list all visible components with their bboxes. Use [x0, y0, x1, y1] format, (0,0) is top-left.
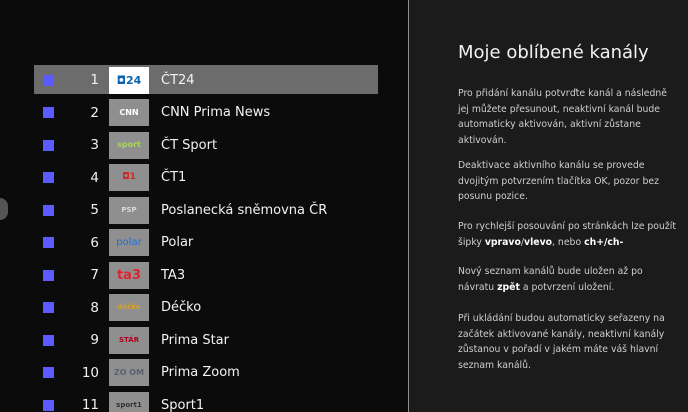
help-paragraph-page-navigation: Pro rychlejší posouvání po stránkách lze… [458, 219, 678, 250]
checkbox-active-icon[interactable] [43, 172, 54, 184]
channel-row-6[interactable]: 6 polar Polar [34, 227, 378, 260]
channel-number: 7 [90, 267, 99, 284]
checkbox-active-icon[interactable] [43, 204, 54, 216]
channel-list: 1 ◘24 ČT24 2 CNN CNN Prima News 3 sport [34, 64, 378, 412]
channel-list-panel: 1 ◘24 ČT24 2 CNN CNN Prima News 3 sport [0, 0, 408, 412]
back-key-label: zpět [497, 281, 520, 293]
checkbox-active-icon[interactable] [43, 334, 54, 346]
right-key-label: vpravo [484, 236, 521, 248]
checkbox-active-icon[interactable] [43, 367, 54, 379]
channel-name: TA3 [161, 267, 186, 283]
channel-logo-ct1-text: ◘1 [122, 172, 136, 183]
channel-logo-ct-sport-icon: sport [109, 131, 149, 159]
channel-logo-parliament-text: PSP [121, 205, 137, 214]
channel-number: 1 [90, 72, 99, 89]
channel-number: 10 [81, 364, 99, 381]
channel-number: 6 [90, 234, 99, 251]
help-text: a potvrzení uložení. [519, 281, 615, 293]
channel-logo-ct1-icon: ◘1 [109, 164, 149, 192]
channel-number: 5 [90, 202, 99, 219]
channel-name: Prima Zoom [161, 365, 240, 381]
checkbox-active-icon[interactable] [43, 269, 54, 281]
channel-name: ČT24 [161, 72, 195, 88]
channel-logo-decko-icon: déčko [109, 294, 149, 322]
channel-name: Sport1 [161, 397, 205, 412]
channel-number: 2 [90, 104, 99, 121]
channel-name: ČT Sport [161, 137, 218, 153]
channel-name: Poslanecká sněmovna ČR [161, 202, 328, 218]
channel-logo-cnn-icon: CNN [109, 99, 149, 127]
channel-row-10[interactable]: 10 ZO OM Prima Zoom [34, 357, 378, 390]
channel-number: 8 [90, 299, 99, 316]
channel-name: CNN Prima News [161, 105, 271, 121]
channel-logo-parliament-icon: PSP [109, 196, 149, 224]
channel-logo-cnn-text: CNN [119, 107, 139, 117]
channel-row-3[interactable]: 3 sport ČT Sport [34, 129, 378, 162]
channel-logo-prima-star-text: STÁR [118, 335, 140, 344]
checkbox-active-icon[interactable] [43, 237, 54, 249]
channel-row-8[interactable]: 8 déčko Déčko [34, 292, 378, 325]
channel-logo-prima-star-icon: STÁR [109, 326, 149, 354]
channel-row-2[interactable]: 2 CNN CNN Prima News [34, 97, 378, 130]
channel-logo-prima-zoom-icon: ZO OM [109, 359, 149, 387]
help-paragraph-deactivate: Deaktivace aktivního kanálu se provede d… [458, 160, 659, 203]
channel-row-1[interactable]: 1 ◘24 ČT24 [34, 64, 378, 97]
channel-logo-ct24-text: ◘24 [116, 73, 142, 87]
left-key-label: vlevo [524, 236, 553, 248]
channel-logo-ta3-icon: ta3 [109, 261, 149, 289]
checkbox-active-icon[interactable] [43, 107, 54, 119]
help-text: , nebo [552, 236, 585, 248]
channel-row-11[interactable]: 11 sport1 Sport1 [34, 389, 378, 412]
channel-number: 3 [90, 137, 99, 154]
tv-screen: 1 ◘24 ČT24 2 CNN CNN Prima News 3 sport [0, 0, 688, 412]
channel-logo-polar-icon: polar [109, 229, 149, 257]
favorites-help-panel: Moje oblíbené kanály Pro přidání kanálu … [409, 0, 688, 412]
channel-number: 4 [90, 169, 99, 186]
help-paragraph-save: Nový seznam kanálů bude uložen až po náv… [458, 264, 678, 295]
channel-logo-ct-sport-text: sport [117, 140, 141, 150]
channel-row-5[interactable]: 5 PSP Poslanecká sněmovna ČR [34, 194, 378, 227]
help-paragraph-sorting: Při ukládání budou automaticky seřazeny … [458, 313, 665, 371]
channel-row-7[interactable]: 7 ta3 TA3 [34, 259, 378, 292]
checkbox-active-icon[interactable] [43, 302, 54, 314]
channel-row-4[interactable]: 4 ◘1 ČT1 [34, 162, 378, 195]
channel-down-key-label: ch- [607, 236, 624, 248]
channel-logo-sport1-icon: sport1 [109, 391, 149, 412]
channel-logo-decko-text: déčko [117, 303, 141, 312]
channel-number: 11 [81, 397, 99, 412]
channel-number: 9 [90, 332, 99, 349]
help-title: Moje oblíbené kanály [458, 42, 649, 63]
checkbox-active-icon[interactable] [43, 74, 54, 86]
channel-logo-ta3-text: ta3 [116, 267, 142, 283]
help-paragraph-add: Pro přidání kanálu potvrďte kanál a násl… [458, 88, 668, 146]
channel-row-9[interactable]: 9 STÁR Prima Star [34, 324, 378, 357]
channel-logo-polar-text: polar [116, 236, 142, 248]
channel-logo-prima-zoom-text: ZO OM [113, 367, 145, 377]
checkbox-active-icon[interactable] [43, 139, 54, 151]
channel-name: Prima Star [161, 332, 229, 348]
channel-name: ČT1 [161, 170, 187, 186]
channel-logo-ct24-icon: ◘24 [109, 66, 149, 94]
channel-name: Déčko [161, 300, 202, 316]
channel-logo-sport1-text: sport1 [116, 400, 142, 409]
channel-name: Polar [161, 235, 194, 251]
channel-up-key-label: ch+ [584, 236, 605, 248]
checkbox-active-icon[interactable] [43, 399, 54, 411]
